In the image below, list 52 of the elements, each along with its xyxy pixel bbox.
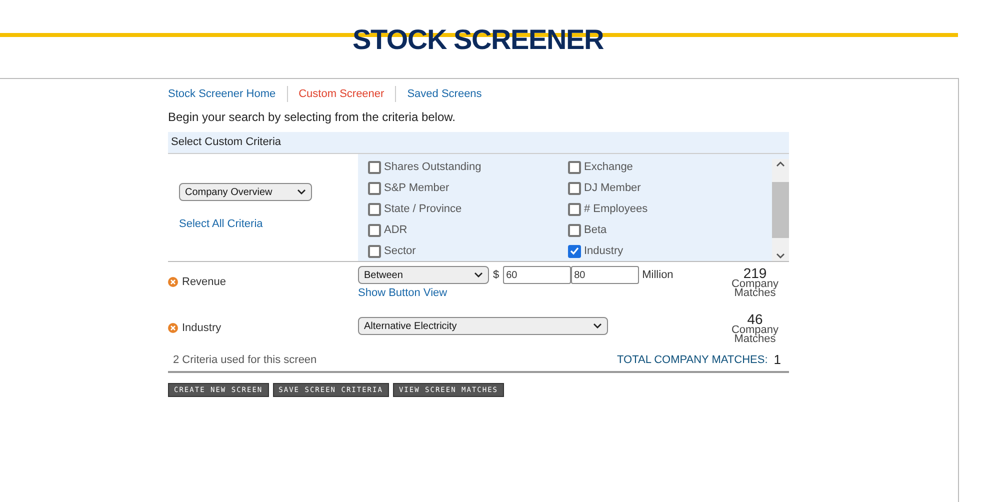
- scrollbar[interactable]: [772, 159, 789, 261]
- panel-title: Select Custom Criteria: [171, 135, 282, 150]
- criteria-name: Revenue: [182, 276, 226, 288]
- criteria-checkbox[interactable]: S&P Member: [368, 180, 568, 196]
- criteria-name: Industry: [182, 322, 222, 334]
- caret-icon: [593, 323, 602, 329]
- checkbox[interactable]: [568, 224, 581, 236]
- criteria-checkbox[interactable]: Beta: [568, 222, 768, 238]
- operator-dropdown[interactable]: Between: [358, 266, 489, 284]
- caret-icon: [297, 189, 306, 195]
- category-dropdown[interactable]: Company Overview: [179, 183, 312, 201]
- checkbox[interactable]: [368, 160, 381, 174]
- criteria-checkbox[interactable]: Shares Outstanding: [368, 159, 568, 175]
- currency-symbol: $: [493, 268, 500, 283]
- checkbox[interactable]: [368, 202, 381, 216]
- criteria-checkbox[interactable]: Sector: [368, 243, 568, 259]
- caret-icon: [474, 272, 483, 278]
- remove-icon[interactable]: [168, 277, 178, 287]
- checkbox[interactable]: [568, 244, 581, 258]
- checkbox[interactable]: [568, 202, 581, 216]
- match-label: Company Matches: [730, 326, 780, 344]
- scroll-up-icon[interactable]: [776, 161, 785, 167]
- criteria-checkbox[interactable]: Exchange: [568, 159, 768, 175]
- criteria-checkbox[interactable]: DJ Member: [568, 180, 768, 196]
- match-count: 219: [743, 266, 767, 280]
- industry-dropdown[interactable]: Alternative Electricity: [358, 317, 608, 335]
- criteria-checkbox[interactable]: Industry: [568, 243, 768, 259]
- criteria-count: 2 Criteria used for this screen: [173, 352, 317, 368]
- checkbox[interactable]: [368, 182, 381, 194]
- checkbox[interactable]: [368, 224, 381, 236]
- total-count: 1: [774, 351, 781, 370]
- max-field[interactable]: 80: [571, 266, 640, 284]
- scroll-down-icon[interactable]: [776, 253, 785, 259]
- show-button-view-link[interactable]: Show Button View: [358, 285, 725, 302]
- criteria-checkbox[interactable]: State / Province: [368, 201, 568, 217]
- scrollbar-thumb[interactable]: [772, 182, 789, 238]
- criteria-checkbox[interactable]: ADR: [368, 222, 568, 238]
- min-field[interactable]: 60: [503, 266, 572, 284]
- nav-link[interactable]: Stock Screener Home: [168, 86, 287, 102]
- checkbox[interactable]: [368, 244, 381, 258]
- nav-link[interactable]: Saved Screens: [395, 86, 493, 102]
- unit-label: Million: [642, 268, 674, 283]
- nav-link[interactable]: Custom Screener: [286, 86, 396, 102]
- checkbox[interactable]: [568, 182, 581, 194]
- checkbox[interactable]: [568, 160, 581, 174]
- match-count: 46: [747, 312, 763, 326]
- criteria-checkbox[interactable]: # Employees: [568, 201, 768, 217]
- remove-icon[interactable]: [168, 323, 178, 333]
- total-label: TOTAL COMPANY MATCHES:: [617, 352, 768, 368]
- intro-text: Begin your search by selecting from the criteria below.: [168, 109, 456, 126]
- match-label: Company Matches: [730, 280, 780, 298]
- select-all-link[interactable]: Select All Criteria: [179, 216, 358, 232]
